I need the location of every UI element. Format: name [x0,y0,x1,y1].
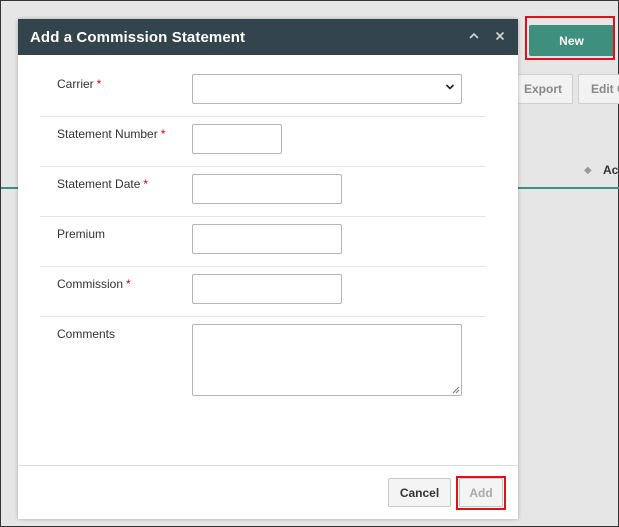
carrier-select[interactable] [192,74,462,104]
edit-button[interactable]: Edit C [578,74,619,104]
footer-divider [18,465,518,466]
statement-number-label: Statement Number * [57,127,166,141]
new-button-highlight [525,16,615,60]
premium-input[interactable] [192,224,342,254]
commission-input[interactable] [192,274,342,304]
carrier-label: Carrier * [57,77,102,91]
comments-row: Comments [40,317,486,407]
statement-date-input[interactable] [192,174,342,204]
chevron-up-icon[interactable] [468,29,480,45]
dialog-header: Add a Commission Statement [18,19,518,55]
premium-label: Premium [57,227,106,241]
statement-date-row: Statement Date * [40,167,486,217]
statement-number-row: Statement Number * [40,117,486,167]
resize-handle-icon[interactable] [452,386,460,394]
dialog-title: Add a Commission Statement [30,28,246,46]
add-button-highlight [456,476,506,510]
chevron-down-icon [445,84,455,90]
comments-textarea[interactable] [192,324,462,396]
statement-number-input[interactable] [192,124,282,154]
commission-row: Commission * [40,267,486,317]
comments-label: Comments [57,327,116,341]
sort-icon[interactable]: ◆ [584,165,592,176]
close-icon[interactable] [494,29,506,45]
app-window: New Export Edit C ◆ Ac Add a Commission … [0,0,619,527]
cancel-button[interactable]: Cancel [388,478,451,507]
premium-row: Premium [40,217,486,267]
statement-date-label: Statement Date * [57,177,149,191]
export-button[interactable]: Export [513,74,573,104]
add-commission-statement-dialog: Add a Commission Statement Carrier * Stat… [18,19,518,519]
column-header[interactable]: Ac [603,163,618,177]
carrier-row: Carrier * [40,55,486,117]
commission-label: Commission * [57,277,131,291]
